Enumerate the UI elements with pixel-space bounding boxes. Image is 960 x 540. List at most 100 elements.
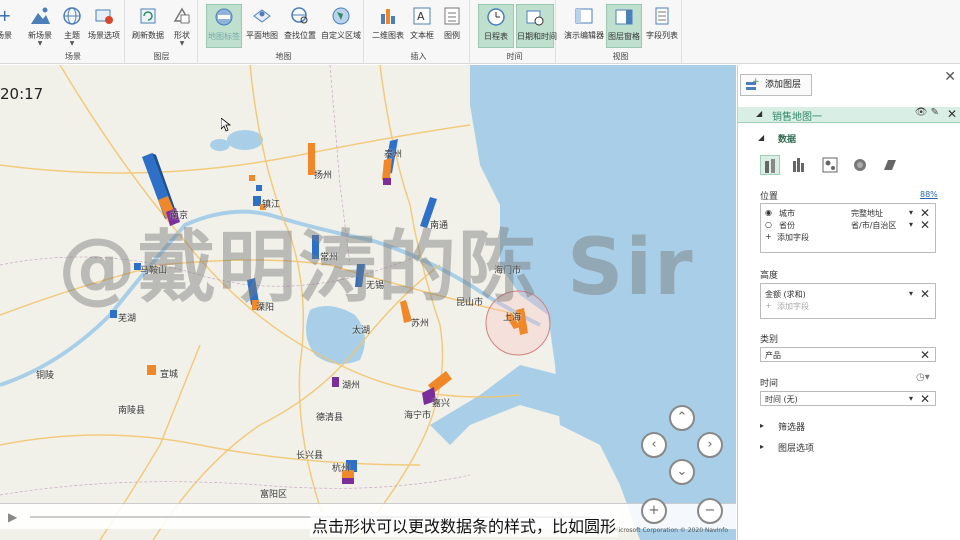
expand-triangle-icon[interactable]: ▸	[760, 442, 764, 451]
visualization-type-selector	[760, 155, 910, 177]
bar-chart-icon	[378, 6, 398, 26]
time-field-box[interactable]: 时间 (无) ▾ ✕	[760, 391, 936, 406]
position-row-province[interactable]: ○ 省份 省/市/自治区 ▾ ✕	[761, 218, 935, 232]
plus-icon: +	[0, 6, 14, 26]
group-view: 演示编辑器 图层窗格 字段列表 视图	[560, 0, 682, 64]
chevron-down-icon[interactable]: ▾	[909, 394, 913, 403]
bubble-icon[interactable]	[820, 155, 840, 175]
position-row-city[interactable]: ◉ 城市 完整地址 ▾ ✕	[761, 206, 935, 220]
timeline-button[interactable]: 日程表	[478, 4, 514, 48]
rotate-left-button[interactable]: ‹	[641, 432, 667, 458]
zoom-out-button[interactable]: −	[697, 498, 723, 524]
custom-region-button[interactable]: 自定义区域	[320, 4, 362, 48]
city-label: 杭州	[332, 464, 351, 474]
find-location-button[interactable]: 查找位置	[282, 4, 318, 48]
remove-field-icon[interactable]: ✕	[920, 287, 930, 301]
chevron-down-icon[interactable]: ▾	[909, 289, 913, 298]
position-field-box: ◉ 城市 完整地址 ▾ ✕ ○ 省份 省/市/自治区 ▾ ✕ + 添加字段	[760, 203, 936, 253]
expand-triangle-icon[interactable]: ▸	[760, 421, 764, 430]
rotate-right-button[interactable]: ›	[697, 432, 723, 458]
zoom-in-button[interactable]: +	[641, 498, 667, 524]
ribbon: + 场景 新场景 ▼ 主题 ▼ 场景选项 场景 刷新数据 形状 ▼ 图层	[0, 0, 960, 64]
new-scene-button[interactable]: 新场景 ▼	[22, 4, 58, 48]
map-labels-button[interactable]: 地图标签	[206, 4, 242, 48]
scene-options-button[interactable]: 场景选项	[86, 4, 122, 48]
radio-empty-icon[interactable]: ○	[765, 220, 772, 229]
layer-options-section[interactable]: 图层选项	[778, 441, 814, 454]
height-label: 高度	[760, 271, 779, 281]
collapse-triangle-icon[interactable]: ◢	[756, 109, 762, 118]
tilt-up-button[interactable]: ⌃	[669, 405, 695, 431]
field-list-button[interactable]: 字段列表	[644, 4, 680, 48]
remove-field-icon[interactable]: ✕	[920, 392, 930, 406]
refresh-data-button[interactable]: 刷新数据	[130, 4, 166, 48]
add-layer-button[interactable]: + 添加图层	[740, 74, 812, 96]
group-time: 日程表 日期和时间 时间	[474, 0, 557, 64]
group-map: 地图标签 平面地图 查找位置 自定义区域 地图	[204, 0, 364, 64]
video-subtitle: 点击形状可以更改数据条的样式，比如圆形	[310, 513, 619, 537]
chevron-down-icon: ⌄	[676, 464, 688, 479]
bar-bengbu	[256, 185, 262, 191]
remove-field-icon[interactable]: ✕	[920, 218, 930, 232]
clock-icon	[486, 7, 506, 27]
delete-layer-icon[interactable]: ✕	[947, 107, 957, 121]
filter-section[interactable]: 筛选器	[778, 420, 805, 433]
globe-search-icon	[290, 6, 310, 26]
edit-pencil-icon[interactable]: ✎	[931, 107, 939, 118]
layer-name[interactable]: 销售地图一	[772, 108, 822, 123]
layer-header[interactable]: ◢ 销售地图一 👁 ✎ ✕	[738, 107, 960, 123]
city-label: 海宁市	[404, 411, 432, 421]
legend-button[interactable]: 图例	[434, 4, 470, 48]
landscape-icon	[30, 6, 50, 26]
globe-label-icon	[214, 7, 234, 27]
heatmap-icon[interactable]	[850, 155, 870, 175]
collapse-triangle-icon[interactable]: ◢	[758, 133, 764, 142]
time-label: 20:17	[0, 85, 44, 103]
mouse-cursor-icon	[221, 118, 231, 132]
2d-chart-button[interactable]: 二维图表	[370, 4, 406, 48]
add-field-row[interactable]: + 添加字段	[761, 300, 935, 312]
add-layer-icon: +	[746, 78, 759, 90]
geocode-confidence-link[interactable]: 88%	[920, 190, 938, 199]
play-icon[interactable]: ▶	[8, 510, 17, 524]
radio-selected-icon[interactable]: ◉	[765, 208, 772, 217]
map-canvas[interactable]: 20:17 南京 马鞍山 芜湖 宣城 铜陵 镇江 扬州 泰州 南通 无锡 苏州 …	[0, 65, 736, 540]
tour-editor-button[interactable]: 演示编辑器	[564, 4, 604, 48]
svg-text:+: +	[0, 6, 11, 25]
flat-map-button[interactable]: 平面地图	[244, 4, 280, 48]
category-label: 类别	[760, 335, 779, 345]
svg-text:A: A	[417, 10, 425, 23]
city-label: 富阳区	[260, 490, 288, 500]
calendar-clock-icon	[525, 7, 545, 27]
layer-pane-button[interactable]: 图层窗格	[606, 4, 642, 48]
scene-options-icon	[94, 6, 114, 26]
partial-button[interactable]: + 场景	[0, 4, 22, 48]
layer-pane: + 添加图层 ✕ ◢ 销售地图一 👁 ✎ ✕ ◢ 数据 位置 88% ◉ 城市 …	[737, 65, 960, 540]
category-field-box[interactable]: 产品 ✕	[760, 347, 936, 362]
date-time-button[interactable]: 日期和时间	[516, 4, 557, 48]
field-list-icon	[652, 6, 672, 26]
close-icon[interactable]: ✕	[944, 69, 956, 85]
bar-jiangyin	[249, 175, 255, 181]
height-row[interactable]: 金额 (求和) ▾ ✕	[761, 287, 935, 301]
plus-icon: +	[648, 503, 660, 518]
city-label: 德清县	[316, 413, 344, 423]
chevron-down-icon[interactable]: ▾	[909, 208, 913, 217]
group-insert: 二维图表 A 文本框 图例 插入	[368, 0, 470, 64]
map-pin-icon	[252, 6, 272, 26]
chevron-down-icon[interactable]: ▾	[909, 220, 913, 229]
clock-settings-icon[interactable]: ◷▾	[916, 372, 930, 383]
remove-field-icon[interactable]: ✕	[920, 348, 930, 362]
eye-icon[interactable]: 👁	[915, 107, 928, 118]
region-icon[interactable]	[880, 155, 900, 175]
chevron-left-icon: ‹	[651, 437, 657, 452]
city-label: 嘉兴	[432, 399, 451, 409]
shape-button[interactable]: 形状 ▼	[164, 4, 200, 48]
add-field-row[interactable]: + 添加字段	[761, 231, 935, 243]
city-label: 苏州	[411, 319, 430, 329]
group-layer: 刷新数据 形状 ▼ 图层	[126, 0, 198, 64]
clustered-column-icon[interactable]	[790, 155, 810, 175]
tilt-down-button[interactable]: ⌄	[669, 459, 695, 485]
stacked-column-icon[interactable]	[760, 155, 780, 175]
theme-button[interactable]: 主题 ▼	[54, 4, 90, 48]
